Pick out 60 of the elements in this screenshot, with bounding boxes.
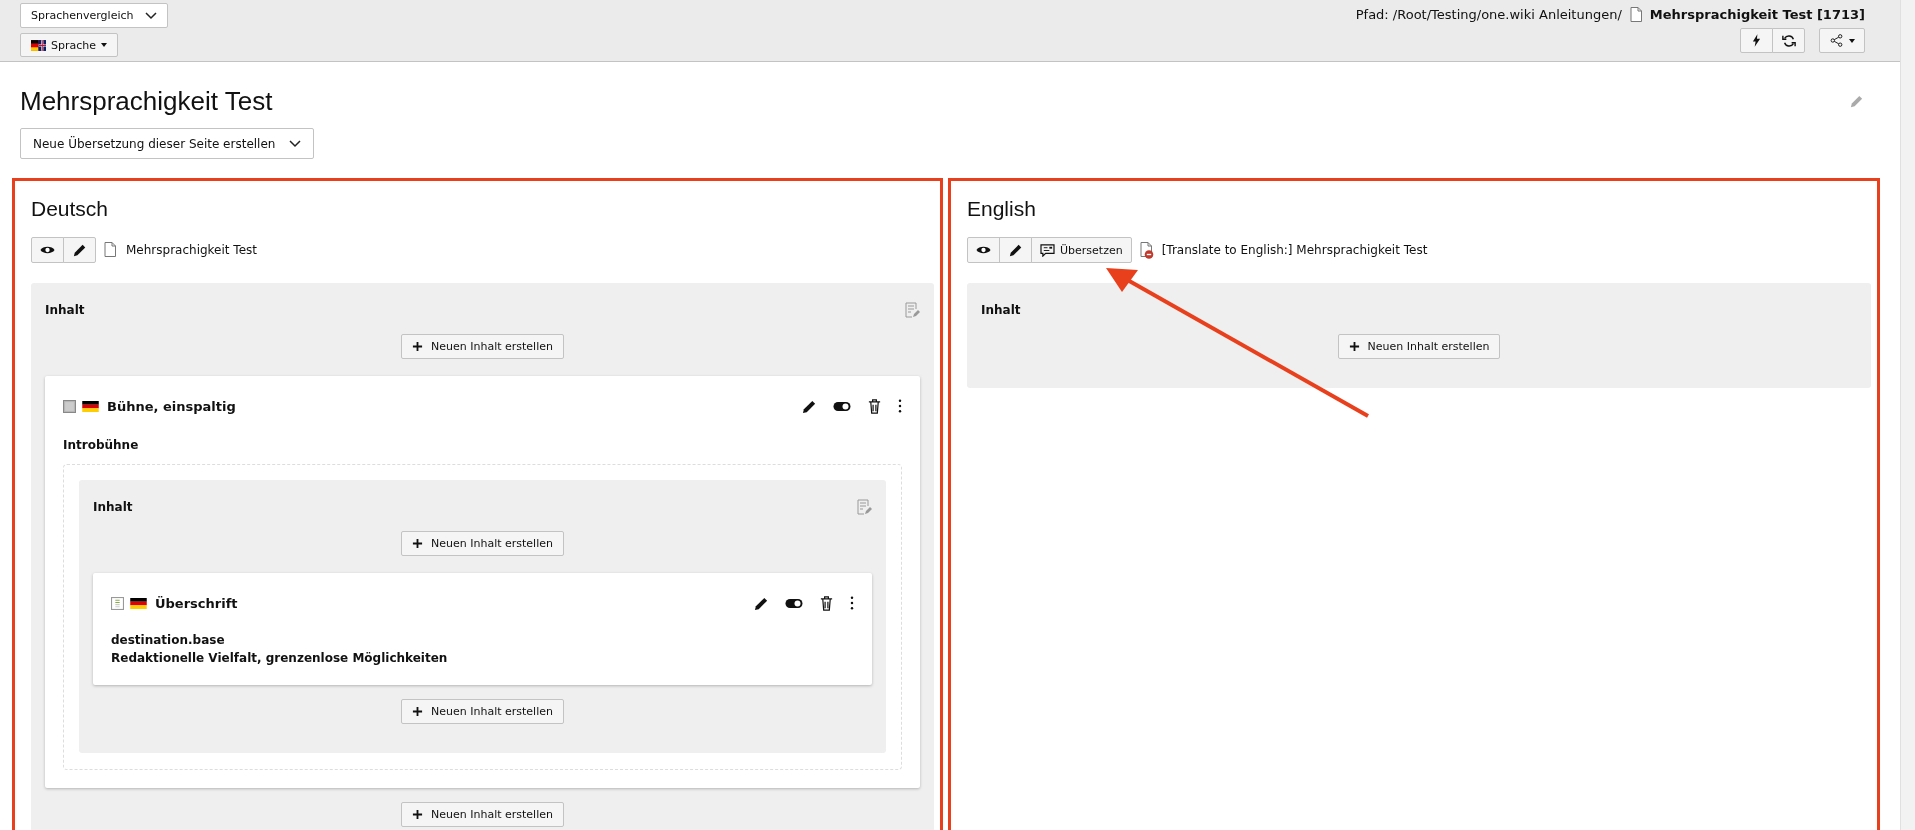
eye-icon — [976, 245, 991, 255]
new-content-button[interactable]: Neuen Inhalt erstellen — [401, 334, 564, 359]
plus-icon — [412, 341, 423, 352]
trash-icon[interactable] — [819, 595, 834, 611]
page-name: Mehrsprachigkeit Test — [126, 243, 257, 257]
edit-button[interactable] — [63, 237, 96, 263]
eye-icon — [40, 245, 55, 255]
view-select[interactable]: Sprachenvergleich — [20, 3, 169, 28]
area-label: Inhalt — [93, 500, 133, 514]
area-label: Inhalt — [981, 303, 1021, 317]
pencil-icon — [1008, 243, 1023, 257]
element-text: destination.base — [111, 632, 226, 649]
chevron-down-icon — [145, 11, 158, 20]
edit-icon[interactable] — [754, 595, 769, 611]
toggle-icon[interactable] — [785, 597, 803, 609]
reload-button[interactable] — [1772, 28, 1805, 53]
element-title: Überschrift — [155, 595, 238, 611]
plus-icon — [412, 809, 423, 820]
new-content-button[interactable]: Neuen Inhalt erstellen — [1337, 334, 1501, 359]
german-flag-icon — [82, 400, 99, 412]
flag-icon — [31, 39, 46, 51]
header-icon — [111, 596, 124, 610]
translate-button[interactable]: Übersetzen — [1031, 237, 1132, 263]
page-path-title: Mehrsprachigkeit Test [1713] — [1649, 7, 1865, 22]
view-button[interactable] — [967, 237, 1000, 263]
element-subtitle: Introbühne — [63, 438, 140, 452]
page-title: Mehrsprachigkeit Test — [20, 85, 273, 118]
more-icon[interactable] — [898, 399, 902, 413]
language-button[interactable]: Sprache — [20, 33, 118, 57]
reload-icon — [1781, 33, 1796, 48]
language-heading: Deutsch — [31, 196, 110, 222]
speech-bubble-icon — [1040, 243, 1055, 257]
edit-button[interactable] — [999, 237, 1032, 263]
page-icon — [1629, 7, 1642, 22]
lightning-icon — [1752, 34, 1761, 47]
translation-select[interactable]: Neue Übersetzung dieser Seite erstellen — [20, 128, 315, 159]
trash-icon[interactable] — [867, 398, 882, 414]
view-button[interactable] — [31, 237, 64, 263]
toggle-icon[interactable] — [833, 400, 851, 412]
plus-icon — [1348, 341, 1360, 352]
new-content-button[interactable]: Neuen Inhalt erstellen — [401, 531, 564, 556]
share-button[interactable] — [1819, 28, 1865, 53]
chevron-down-icon — [289, 139, 302, 148]
path-label: Pfad: /Root/Testing/one.wiki Anleitungen/ — [1355, 7, 1622, 22]
area-label: Inhalt — [45, 303, 85, 317]
pencil-icon — [72, 243, 87, 257]
language-heading: English — [967, 196, 1037, 222]
plus-icon — [412, 706, 423, 717]
page-name: [Translate to English:] Mehrsprachigkeit Test — [1161, 243, 1428, 257]
more-icon[interactable] — [850, 596, 854, 610]
plus-icon — [412, 538, 423, 549]
share-icon — [1829, 34, 1843, 47]
container-icon — [63, 399, 76, 413]
element-title: Bühne, einspaltig — [107, 398, 236, 414]
edit-icon[interactable] — [802, 398, 817, 414]
new-content-button[interactable]: Neuen Inhalt erstellen — [401, 802, 564, 827]
german-flag-icon — [130, 597, 147, 609]
element-text: Redaktionelle Vielfalt, grenzenlose Möglichkeiten — [111, 650, 449, 667]
flash-button[interactable] — [1740, 28, 1773, 53]
new-content-button[interactable]: Neuen Inhalt erstellen — [401, 699, 564, 724]
